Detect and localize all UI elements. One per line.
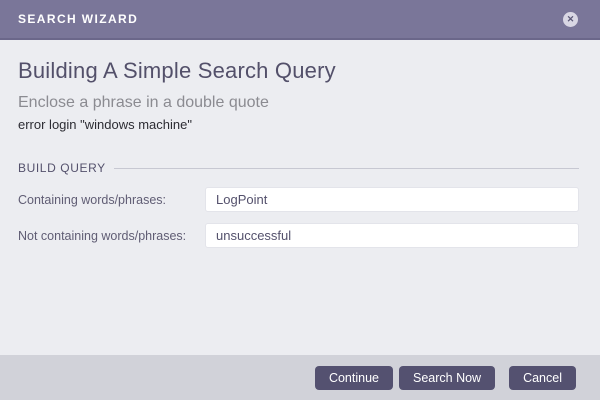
dialog-title: SEARCH WIZARD [18,12,139,26]
page-title: Building A Simple Search Query [18,58,336,83]
dialog-body: Building A Simple Search Query Enclose a… [0,40,600,355]
build-query-label: BUILD QUERY [18,161,106,175]
section-divider [113,167,579,169]
dialog-footer: Continue Search Now Cancel [0,355,600,400]
not-containing-words-input[interactable] [205,223,579,248]
query-form: Containing words/phrases: Not containing… [18,187,579,248]
build-query-section-header: BUILD QUERY [18,161,579,175]
form-row-containing: Containing words/phrases: [18,187,579,212]
containing-words-label: Containing words/phrases: [18,192,166,207]
subtitle: Enclose a phrase in a double quote [18,94,269,111]
search-wizard-dialog: SEARCH WIZARD ✕ Building A Simple Search… [0,0,600,400]
cancel-button[interactable]: Cancel [509,365,576,390]
containing-words-input[interactable] [205,187,579,212]
form-row-not-containing: Not containing words/phrases: [18,223,579,248]
not-containing-words-label: Not containing words/phrases: [18,228,187,243]
close-icon: ✕ [566,13,575,24]
example-query-text: error login "windows machine" [18,117,192,132]
close-button[interactable]: ✕ [563,11,578,27]
search-now-button[interactable]: Search Now [398,365,496,390]
dialog-header: SEARCH WIZARD ✕ [0,0,600,40]
continue-button[interactable]: Continue [314,365,393,390]
